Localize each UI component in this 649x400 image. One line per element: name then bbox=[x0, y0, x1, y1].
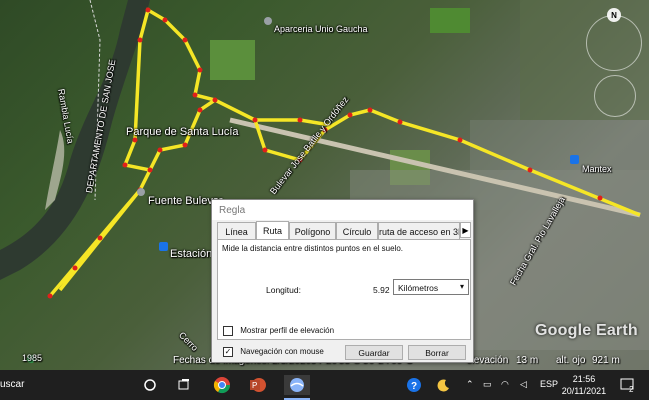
place-label-parque[interactable]: Parque de Santa Lucía bbox=[126, 126, 239, 138]
volume-icon[interactable]: ◁ bbox=[520, 379, 527, 390]
dialog-title[interactable]: Regla bbox=[212, 200, 473, 220]
field bbox=[430, 8, 470, 33]
bus-station-pin bbox=[159, 242, 168, 251]
chevron-down-icon: ▾ bbox=[459, 282, 464, 291]
clock-time: 21:56 bbox=[572, 374, 596, 384]
clock-date: 20/11/2021 bbox=[561, 386, 607, 396]
chrome-icon[interactable] bbox=[212, 375, 232, 395]
show-elevation-label: Mostrar perfil de elevación bbox=[240, 326, 335, 336]
north-icon[interactable]: N bbox=[607, 8, 621, 22]
help-icon[interactable]: ? bbox=[404, 375, 424, 395]
notification-count: 2 bbox=[629, 385, 634, 394]
business-pin bbox=[570, 155, 579, 164]
show-elevation-row[interactable]: Mostrar perfil de elevación bbox=[223, 326, 334, 336]
length-value: 5.92 bbox=[373, 285, 390, 295]
place-pin bbox=[137, 188, 145, 196]
google-earth-taskbar-icon[interactable] bbox=[284, 375, 310, 395]
svg-text:P: P bbox=[252, 381, 257, 390]
powerpoint-icon[interactable]: P bbox=[248, 375, 268, 395]
ruler-description: Mide la distancia entre distintos puntos… bbox=[222, 244, 403, 253]
notification-center-icon[interactable]: 2 bbox=[617, 375, 637, 395]
place-label-aparceria[interactable]: Aparceria Unio Gaucha bbox=[274, 24, 368, 34]
eye-alt-label: alt. ojo bbox=[556, 355, 586, 366]
ruler-panel: Mide la distancia entre distintos puntos… bbox=[217, 239, 471, 340]
tab-linea[interactable]: Línea bbox=[217, 222, 256, 240]
move-control[interactable] bbox=[594, 75, 636, 117]
google-earth-watermark: Google Earth bbox=[535, 322, 638, 339]
tab-ruta[interactable]: Ruta bbox=[256, 221, 289, 240]
mouse-nav-checkbox[interactable]: ✓ bbox=[223, 347, 233, 357]
show-elevation-checkbox[interactable] bbox=[223, 326, 233, 336]
language-indicator[interactable]: ESP bbox=[540, 379, 558, 389]
field bbox=[210, 40, 255, 80]
look-control[interactable] bbox=[586, 15, 642, 71]
place-label-estacion[interactable]: Estación bbox=[170, 248, 212, 260]
chevron-up-icon[interactable]: ⌃ bbox=[466, 379, 474, 390]
tab-poligono[interactable]: Polígono bbox=[289, 222, 336, 240]
save-button[interactable]: Guardar bbox=[345, 345, 403, 360]
ruler-tabs: Línea Ruta Polígono Círculo ruta de acce… bbox=[217, 221, 471, 240]
mouse-nav-label: Navegación con mouse bbox=[240, 347, 324, 357]
tab-circulo[interactable]: Círculo bbox=[336, 222, 378, 240]
clear-button[interactable]: Borrar bbox=[408, 345, 466, 360]
svg-text:?: ? bbox=[411, 381, 417, 392]
night-light-icon[interactable] bbox=[434, 375, 454, 395]
wifi-icon[interactable]: ◠ bbox=[501, 379, 509, 390]
place-label-mantex[interactable]: Mantex bbox=[582, 164, 612, 174]
elevation-value: 13 m bbox=[516, 355, 539, 366]
tab-ruta-3d[interactable]: ruta de acceso en 3D bbox=[378, 222, 460, 240]
eye-alt-value: 921 m bbox=[592, 355, 620, 366]
battery-icon[interactable]: ▭ bbox=[483, 379, 492, 390]
mouse-nav-row[interactable]: ✓ Navegación con mouse bbox=[223, 347, 324, 357]
place-pin bbox=[264, 17, 272, 25]
system-clock[interactable]: 21:56 20/11/2021 bbox=[560, 373, 608, 397]
windows-taskbar: uscar P ? ⌃ ▭ ◠ ◁ ESP 21:56 20/11/2021 2 bbox=[0, 370, 649, 400]
ruler-dialog: Regla Línea Ruta Polígono Círculo ruta d… bbox=[211, 199, 474, 363]
unit-selected-value: Kilómetros bbox=[398, 283, 439, 293]
taskbar-search[interactable]: uscar bbox=[0, 379, 24, 390]
unit-select[interactable]: Kilómetros ▾ bbox=[393, 279, 469, 295]
cortana-icon[interactable] bbox=[140, 375, 160, 395]
length-label: Longitud: bbox=[266, 285, 301, 295]
task-view-icon[interactable] bbox=[174, 375, 194, 395]
tab-scroll-right-icon[interactable]: ▶ bbox=[460, 222, 471, 238]
